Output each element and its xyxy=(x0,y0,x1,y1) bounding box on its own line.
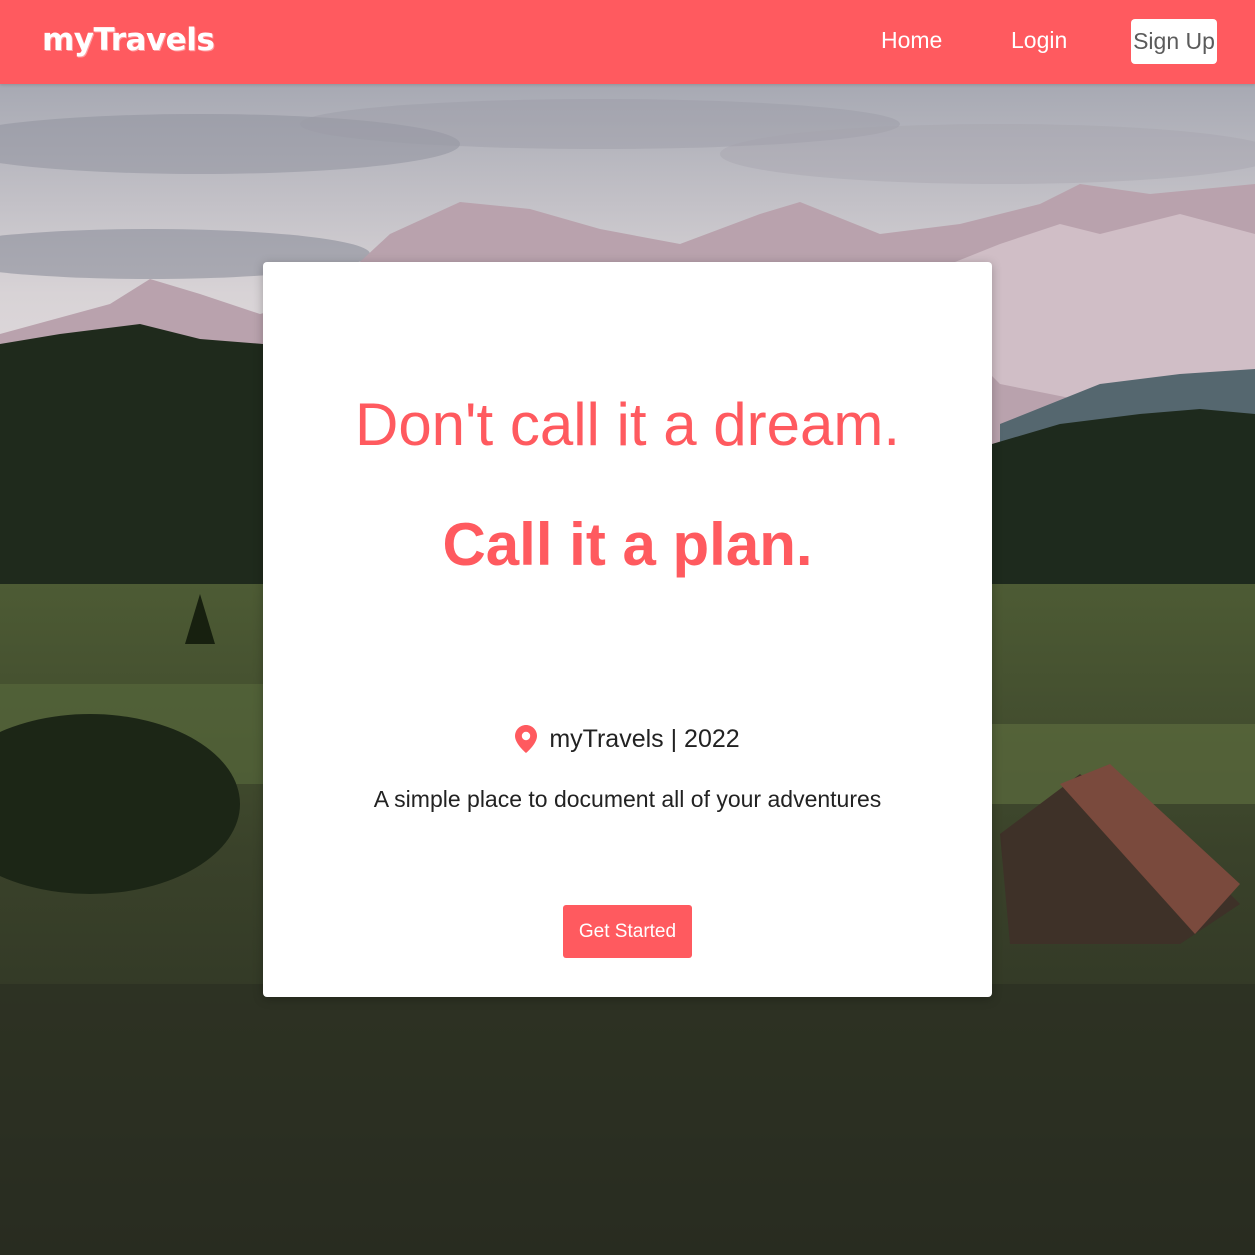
get-started-button[interactable]: Get Started xyxy=(563,905,692,958)
landing-page: myTravels Home Login Sign Up Don't call … xyxy=(0,0,1255,1255)
hero-headline-primary: Don't call it a dream. xyxy=(354,391,900,458)
hero-meta-text: myTravels | 2022 xyxy=(549,725,740,753)
brand-logo[interactable]: myTravels xyxy=(42,22,215,58)
map-pin-icon xyxy=(515,725,538,760)
hero-card: Don't call it a dream. Call it a plan. m… xyxy=(263,262,992,997)
nav-signup-button[interactable]: Sign Up xyxy=(1131,19,1217,64)
nav-login-link[interactable]: Login xyxy=(1011,27,1067,54)
hero-tagline: A simple place to document all of your a… xyxy=(373,786,882,812)
nav-home-link[interactable]: Home xyxy=(881,27,942,54)
top-navbar: myTravels Home Login Sign Up xyxy=(0,0,1255,84)
hero-meta-line: myTravels | 2022 xyxy=(263,725,992,760)
hero-headline-secondary: Call it a plan. xyxy=(442,511,813,578)
